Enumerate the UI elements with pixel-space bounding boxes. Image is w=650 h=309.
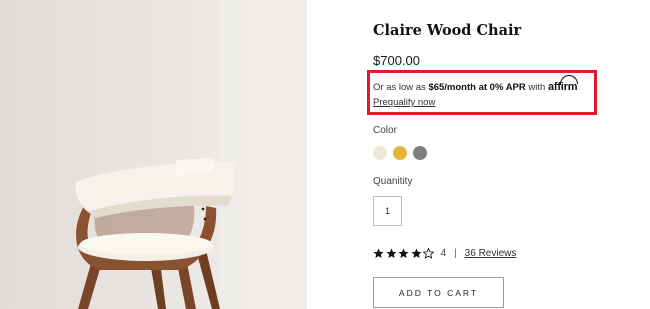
quantity-label: Quanitity (373, 176, 413, 187)
rating-row: 4 | 36 Reviews (373, 246, 516, 260)
quantity-input[interactable]: 1 (373, 196, 402, 226)
chair-illustration (75, 0, 307, 309)
swatch-gray[interactable] (413, 146, 427, 160)
product-details: Claire Wood Chair $700.00 Or as low as $… (367, 0, 643, 309)
star-filled-icon (398, 248, 409, 258)
affirm-logo: affirm (548, 75, 578, 93)
swatch-cream[interactable] (373, 146, 387, 160)
add-to-cart-button[interactable]: ADD TO CART (373, 277, 504, 308)
financing-offer: Or as low as $65/month at 0% APR with af… (373, 75, 578, 93)
product-image (0, 0, 307, 309)
financing-offer-terms: $65/month at 0% APR (428, 82, 526, 93)
rating-count: 4 (440, 247, 447, 259)
star-filled-icon (410, 248, 422, 258)
prequalify-link[interactable]: Prequalify now (373, 97, 435, 108)
financing-prefix: Or as low as (373, 82, 429, 93)
swatch-mustard[interactable] (393, 146, 407, 160)
financing-suffix: with (525, 82, 548, 93)
rating-separator: | (454, 247, 457, 259)
color-label: Color (373, 125, 397, 136)
product-title: Claire Wood Chair (373, 22, 522, 39)
product-price: $700.00 (373, 53, 420, 68)
star-filled-icon (385, 248, 397, 258)
reviews-link[interactable]: 36 Reviews (465, 248, 517, 259)
star-filled-icon (373, 248, 384, 258)
star-empty-icon (423, 247, 434, 259)
